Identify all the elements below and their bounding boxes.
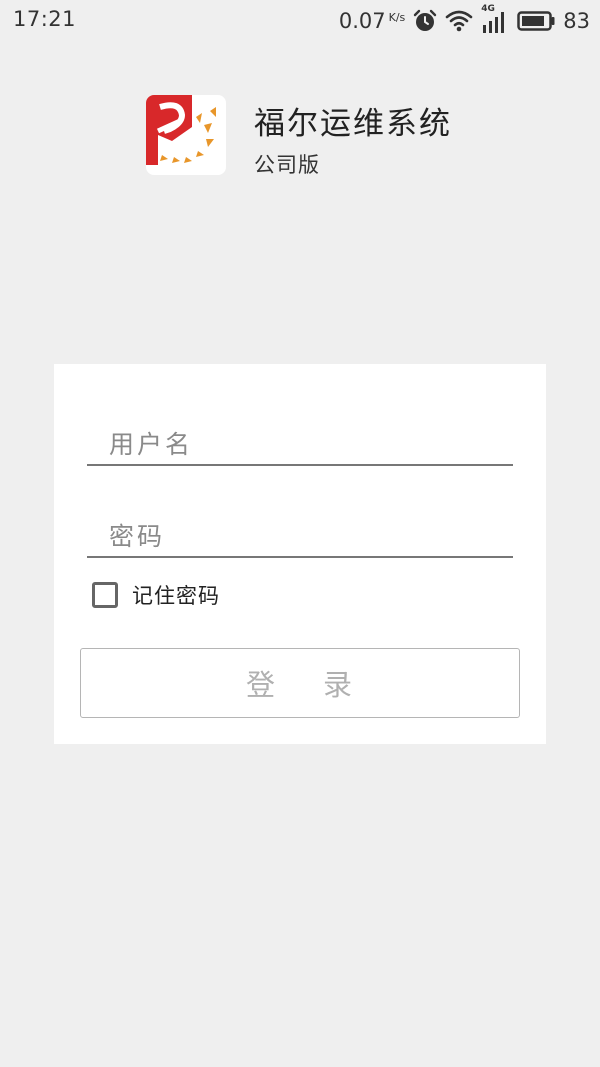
login-button[interactable]: 登 录	[80, 648, 520, 718]
login-button-label-left: 登	[245, 668, 277, 702]
login-card: 记住密码 登 录	[54, 364, 546, 744]
app-logo	[146, 95, 226, 175]
status-bar: 17:21 0.07 K/s 4G 83	[0, 0, 600, 40]
login-button-label-right: 录	[323, 668, 355, 702]
battery-icon	[517, 10, 555, 32]
remember-password-row[interactable]: 记住密码	[92, 580, 220, 610]
app-title: 福尔运维系统	[254, 106, 452, 142]
signal-icon: 4G	[481, 4, 509, 34]
logo-icon	[146, 95, 216, 165]
network-speed-unit: K/s	[388, 11, 406, 24]
wifi-icon	[445, 9, 473, 33]
network-speed: 0.07 K/s	[339, 9, 405, 33]
alarm-icon	[413, 9, 437, 33]
status-icons: 0.07 K/s 4G 83	[339, 4, 590, 36]
password-input[interactable]	[87, 516, 513, 556]
username-input[interactable]	[87, 424, 513, 464]
username-field	[87, 424, 513, 466]
status-time: 17:21	[13, 7, 77, 31]
remember-password-label: 记住密码	[132, 584, 220, 608]
password-field	[87, 516, 513, 558]
network-type: 4G	[481, 4, 495, 14]
remember-password-checkbox[interactable]	[92, 582, 118, 608]
battery-level: 83	[563, 9, 590, 33]
app-subtitle: 公司版	[254, 153, 320, 177]
network-speed-value: 0.07	[338, 9, 386, 33]
